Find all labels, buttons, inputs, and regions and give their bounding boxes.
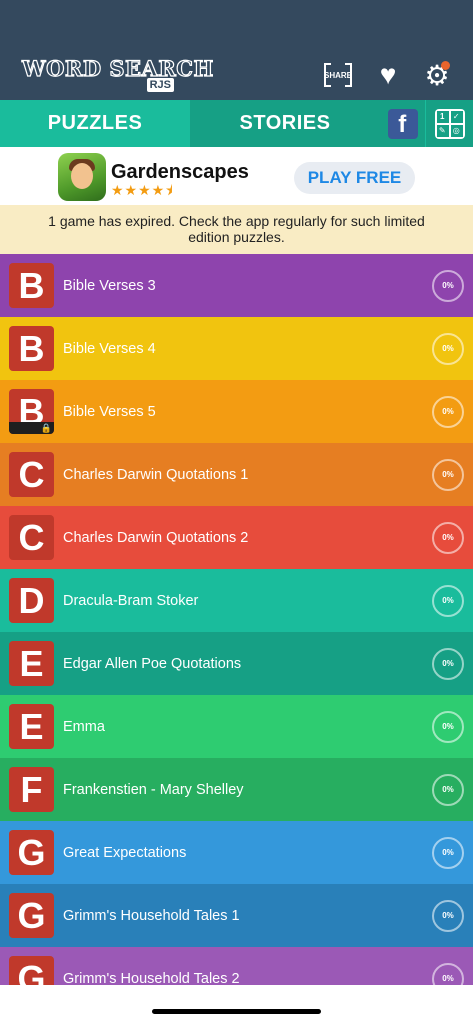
home-area	[0, 985, 473, 1024]
grid-cell-icon: 1	[436, 110, 449, 123]
puzzle-letter-badge: F	[9, 767, 54, 812]
puzzle-letter-badge: D	[9, 578, 54, 623]
progress-indicator: 0%	[432, 647, 464, 680]
grid-cell-icon: ✎	[436, 124, 449, 137]
ad-play-free-button[interactable]: PLAY FREE	[294, 162, 415, 194]
puzzle-letter-badge: G	[9, 956, 54, 985]
puzzle-row[interactable]: D Dracula-Bram Stoker 0%	[0, 569, 473, 632]
app-header: WORD SEARCH RJS SHARE ♥ ⚙	[0, 0, 473, 100]
puzzle-letter: G	[17, 894, 46, 936]
grid-cell-icon: ◎	[450, 124, 463, 137]
tab-stories[interactable]: STORIES	[190, 100, 380, 147]
puzzle-row[interactable]: F Frankenstien - Mary Shelley 0%	[0, 758, 473, 821]
puzzle-letter-badge: E	[9, 704, 54, 749]
grid-cell-icon: ✓	[450, 110, 463, 123]
puzzle-letter-badge: B 🔒	[9, 389, 54, 434]
ad-rating-stars: ★★★★⯨	[111, 182, 174, 198]
tab-puzzles[interactable]: PUZZLES	[0, 100, 190, 147]
more-apps-button[interactable]: 1 ✓ ✎ ◎	[425, 100, 473, 147]
puzzle-list[interactable]: B Bible Verses 3 0% B Bible Verses 4 0% B 🔒 Bibl…	[0, 254, 473, 985]
progress-indicator: 0%	[432, 773, 464, 806]
progress-indicator: 0%	[432, 710, 464, 743]
progress-indicator: 0%	[432, 899, 464, 932]
puzzle-letter: F	[20, 768, 43, 810]
ad-icon-face	[71, 163, 93, 189]
puzzle-letter-badge: E	[9, 641, 54, 686]
share-button[interactable]: SHARE	[322, 60, 354, 90]
app-logo: WORD SEARCH RJS	[21, 55, 214, 94]
puzzle-row[interactable]: C Charles Darwin Quotations 2 0%	[0, 506, 473, 569]
puzzle-row[interactable]: G Grimm's Household Tales 1 0%	[0, 884, 473, 947]
puzzle-title: Emma	[63, 718, 105, 735]
progress-indicator: 0%	[432, 521, 464, 554]
puzzle-letter: E	[19, 705, 44, 747]
puzzle-letter-badge: G	[9, 893, 54, 938]
puzzle-title: Frankenstien - Mary Shelley	[63, 781, 244, 798]
puzzle-letter: B	[18, 327, 45, 369]
puzzle-letter-badge: B	[9, 326, 54, 371]
puzzle-letter: B	[18, 264, 45, 306]
puzzle-title: Bible Verses 5	[63, 403, 156, 420]
puzzle-letter: G	[17, 957, 46, 986]
share-label: SHARE	[324, 70, 353, 80]
apps-grid-icon: 1 ✓ ✎ ◎	[434, 108, 465, 139]
puzzle-title: Dracula-Bram Stoker	[63, 592, 199, 609]
puzzle-title: Charles Darwin Quotations 1	[63, 466, 249, 483]
puzzle-title: Grimm's Household Tales 1	[63, 907, 240, 924]
puzzle-row[interactable]: G Grimm's Household Tales 2 0%	[0, 947, 473, 985]
puzzle-letter-badge: C	[9, 452, 54, 497]
puzzle-row[interactable]: B Bible Verses 3 0%	[0, 254, 473, 317]
heart-icon: ♥	[379, 59, 397, 90]
puzzle-letter-badge: B	[9, 263, 54, 308]
puzzle-row[interactable]: E Emma 0%	[0, 695, 473, 758]
ad-app-icon	[58, 153, 106, 201]
puzzle-letter: G	[17, 831, 46, 873]
share-icon: SHARE	[324, 63, 352, 87]
puzzle-row[interactable]: B Bible Verses 4 0%	[0, 317, 473, 380]
puzzle-letter: D	[18, 579, 45, 621]
settings-button[interactable]: ⚙	[421, 60, 453, 91]
puzzle-title: Charles Darwin Quotations 2	[63, 529, 249, 546]
progress-indicator: 0%	[432, 395, 464, 428]
progress-indicator: 0%	[432, 962, 464, 985]
puzzle-title: Great Expectations	[63, 844, 187, 861]
notification-dot	[441, 61, 450, 70]
expired-notice: 1 game has expired. Check the app regula…	[0, 205, 473, 254]
main-tabs: PUZZLES STORIES f 1 ✓ ✎ ◎	[0, 100, 473, 147]
puzzle-letter-badge: C	[9, 515, 54, 560]
puzzle-title: Grimm's Household Tales 2	[63, 970, 240, 986]
puzzle-row[interactable]: C Charles Darwin Quotations 1 0%	[0, 443, 473, 506]
progress-indicator: 0%	[432, 584, 464, 617]
logo-subtext: RJS	[146, 78, 174, 92]
facebook-icon: f	[387, 108, 418, 139]
puzzle-title: Edgar Allen Poe Quotations	[63, 655, 242, 672]
puzzle-row[interactable]: B 🔒 Bible Verses 5 0%	[0, 380, 473, 443]
progress-indicator: 0%	[432, 458, 464, 491]
puzzle-title: Bible Verses 4	[63, 340, 156, 357]
favorites-button[interactable]: ♥	[372, 59, 404, 90]
puzzle-letter: C	[18, 453, 45, 495]
puzzle-title: Bible Verses 3	[63, 277, 156, 294]
progress-indicator: 0%	[432, 269, 464, 302]
puzzle-row[interactable]: E Edgar Allen Poe Quotations 0%	[0, 632, 473, 695]
puzzle-letter: E	[19, 642, 44, 684]
puzzle-row[interactable]: G Great Expectations 0%	[0, 821, 473, 884]
home-indicator[interactable]	[152, 1009, 321, 1014]
progress-indicator: 0%	[432, 332, 464, 365]
ad-banner[interactable]: Gardenscapes ★★★★⯨ PLAY FREE	[0, 147, 473, 205]
lock-icon: 🔒	[40, 423, 52, 433]
facebook-button[interactable]: f	[380, 100, 425, 147]
puzzle-letter-badge: G	[9, 830, 54, 875]
progress-indicator: 0%	[432, 836, 464, 869]
locked-band: 🔒	[9, 422, 54, 434]
puzzle-letter: C	[18, 516, 45, 558]
